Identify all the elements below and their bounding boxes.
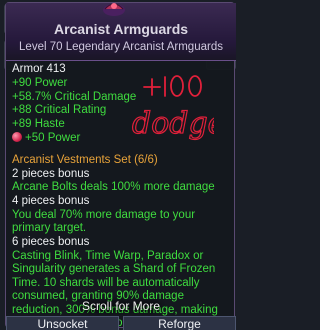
- ruby-gem-icon: [12, 131, 22, 142]
- reforge-button[interactable]: Reforge: [123, 316, 236, 330]
- item-tooltip: Arcanist Armguards Level 70 Legendary Ar…: [5, 2, 236, 330]
- tooltip-body: Armor 413 +90 Power +58.7% Critical Dama…: [12, 63, 234, 330]
- set-bonus-text: You deal 70% more damage to your primary…: [12, 208, 196, 235]
- set-bonus-header: 2 pieces bonus: [12, 167, 90, 180]
- item-subtitle: Level 70 Legendary Arcanist Armguards: [19, 41, 223, 53]
- stat-line: +89 Haste: [12, 118, 65, 131]
- set-bonus-text: Arcane Bolts deals 100% more damage: [12, 181, 215, 194]
- item-name: Arcanist Armguards: [53, 21, 189, 37]
- tooltip-header: Arcanist Armguards Level 70 Legendary Ar…: [6, 3, 236, 61]
- armguards-icon: [103, 3, 125, 16]
- stat-line: +58.7% Critical Damage: [12, 90, 137, 103]
- stat-line: +88 Critical Rating: [12, 104, 107, 117]
- set-bonus-header: 6 pieces bonus: [12, 235, 90, 248]
- stat-line: +90 Power: [12, 76, 68, 89]
- gem-stat-text: +50 Power: [25, 131, 81, 144]
- set-bonus-header: 4 pieces bonus: [12, 195, 90, 208]
- set-title: Arcanist Vestments Set (6/6): [12, 153, 158, 166]
- unsocket-button[interactable]: Unsocket: [6, 316, 119, 330]
- scroll-hint[interactable]: Scroll for More: [6, 299, 236, 313]
- gem-stat-line: +50 Power: [12, 131, 234, 146]
- armor-value: Armor 413: [12, 63, 66, 75]
